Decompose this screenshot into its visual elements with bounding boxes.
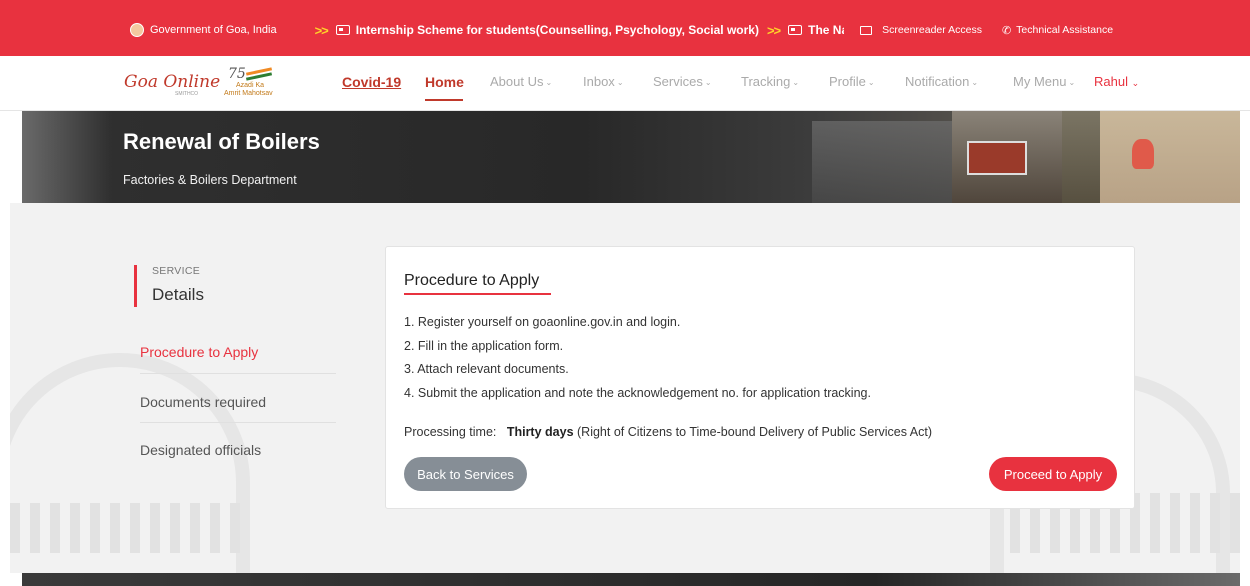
azadi-ka-amrit-mahotsav-logo: 75 Azadi Ka Amrit Mahotsav <box>224 66 273 97</box>
section-accent-bar <box>134 265 137 307</box>
double-chevron-icon: >> <box>314 22 329 38</box>
processing-time-note: (Right of Citizens to Time-bound Deliver… <box>577 425 932 439</box>
nav-services[interactable]: Services ⌄ <box>653 74 712 89</box>
procedure-step: 2. Fill in the application form. <box>404 339 564 353</box>
logo-subtext: SMITHCO <box>175 91 199 97</box>
top-bar: Government of Goa, India >> Internship S… <box>0 0 1250 56</box>
procedure-step: 4. Submit the application and note the a… <box>404 386 871 400</box>
monitor-icon <box>860 25 873 35</box>
processing-time-label: Processing time: <box>404 425 497 439</box>
news-ticker-item[interactable]: The Na <box>808 23 844 37</box>
goa-online-logo[interactable]: Goa Online <box>124 72 220 92</box>
main-navbar: Goa Online SMITHCO 75 Azadi Ka Amrit Mah… <box>0 56 1250 111</box>
sidebar-item-procedure-to-apply[interactable]: Procedure to Apply <box>140 344 258 360</box>
page-banner: Renewal of Boilers Factories & Boilers D… <box>22 111 1240 203</box>
chevron-down-icon: ⌄ <box>1131 78 1140 88</box>
nav-my-menu[interactable]: My Menu ⌄ <box>1013 74 1075 89</box>
banner-photo-train <box>967 141 1027 175</box>
banner-photo <box>812 121 962 203</box>
nav-about-us[interactable]: About Us ⌄ <box>490 74 552 89</box>
department-subtitle: Factories & Boilers Department <box>123 173 297 187</box>
nav-covid-19[interactable]: Covid-19 <box>342 74 401 90</box>
chevron-down-icon: ⌄ <box>616 78 624 87</box>
chevron-down-icon: ⌄ <box>971 78 979 87</box>
chevron-down-icon: ⌄ <box>704 78 712 87</box>
double-chevron-icon: >> <box>766 22 781 38</box>
processing-time-value: Thirty days <box>506 425 574 439</box>
news-ticker-item[interactable]: Internship Scheme for students(Counselli… <box>356 23 759 37</box>
back-to-services-button[interactable]: Back to Services <box>404 457 527 491</box>
sidebar-divider <box>140 422 336 423</box>
banner-photo-figure <box>1132 139 1154 169</box>
procedure-card: Procedure to Apply 1. Register yourself … <box>385 246 1135 509</box>
nav-notification[interactable]: Notification ⌄ <box>905 74 978 89</box>
sidebar-divider <box>140 373 336 374</box>
procedure-step: 3. Attach relevant documents. <box>404 362 569 376</box>
processing-time: Processing time: Thirty days (Right of C… <box>404 425 932 439</box>
news-icon <box>335 25 350 35</box>
active-nav-underline <box>425 99 463 101</box>
sidebar-details-heading: Details <box>152 285 204 304</box>
nav-inbox[interactable]: Inbox ⌄ <box>583 74 624 89</box>
nav-tracking[interactable]: Tracking ⌄ <box>741 74 799 89</box>
banner-photo <box>1100 111 1240 203</box>
nav-profile[interactable]: Profile ⌄ <box>829 74 875 89</box>
proceed-to-apply-button[interactable]: Proceed to Apply <box>989 457 1117 491</box>
chevron-down-icon: ⌄ <box>545 78 553 87</box>
government-label[interactable]: Government of Goa, India <box>150 24 277 36</box>
news-icon <box>788 25 803 35</box>
chevron-down-icon: ⌄ <box>1068 78 1076 87</box>
sidebar-item-designated-officials[interactable]: Designated officials <box>140 442 261 458</box>
title-underline <box>404 293 551 295</box>
screenreader-access-link[interactable]: Screenreader Access <box>882 24 982 36</box>
phone-icon: ✆ <box>1001 24 1012 37</box>
procedure-step: 1. Register yourself on goaonline.gov.in… <box>404 315 681 329</box>
chevron-down-icon: ⌄ <box>792 78 800 87</box>
sidebar-item-documents-required[interactable]: Documents required <box>140 394 266 410</box>
sidebar-service-label: SERVICE <box>152 265 201 277</box>
card-title: Procedure to Apply <box>404 272 540 289</box>
background-columns <box>10 503 250 553</box>
user-menu[interactable]: Rahul ⌄ <box>1094 74 1139 89</box>
footer-banner-edge <box>22 573 1240 586</box>
page-title: Renewal of Boilers <box>123 129 320 154</box>
chevron-down-icon: ⌄ <box>867 78 875 87</box>
state-emblem-icon <box>130 23 144 37</box>
technical-assistance-link[interactable]: Technical Assistance <box>1016 24 1113 36</box>
nav-home[interactable]: Home <box>425 74 464 90</box>
